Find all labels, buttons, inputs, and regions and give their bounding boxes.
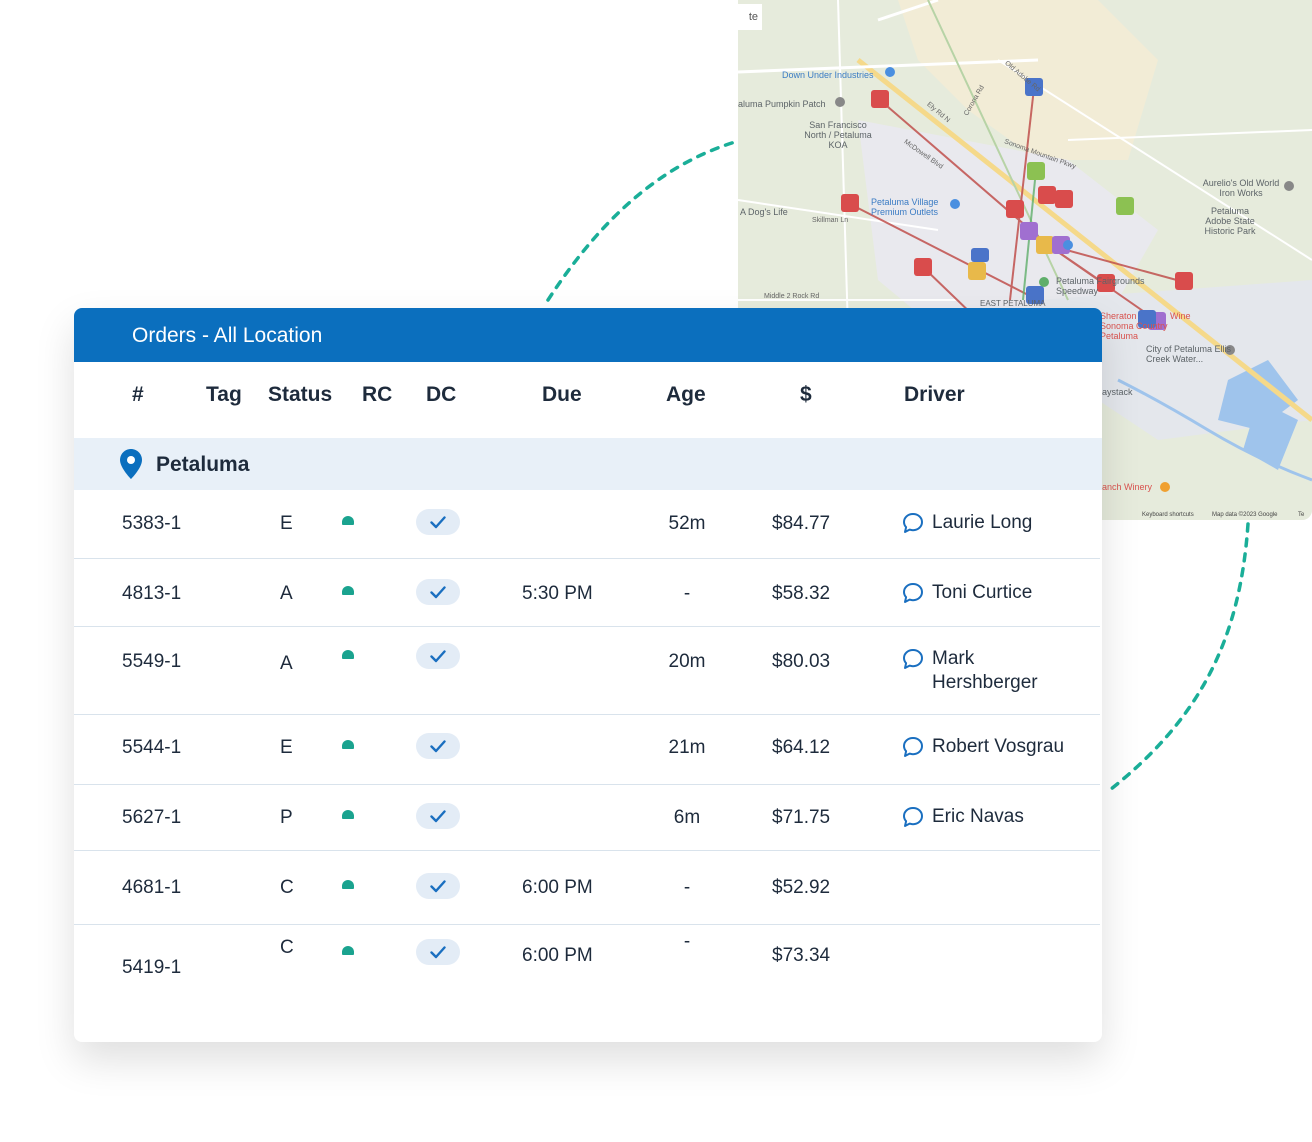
order-price: $58.32 [772,583,831,604]
order-age: - [683,931,691,952]
chat-bubble-icon[interactable] [902,648,924,675]
order-status: E [280,737,293,758]
table-row[interactable]: 5419-1 C 6:00 PM - $73.34 [74,924,1100,998]
table-row[interactable]: 5549-1 A 20m $80.03 Mark Hershberger [74,626,1100,715]
order-age: 21m [668,737,706,758]
order-price: $64.12 [772,737,831,758]
order-due: 6:00 PM [522,945,593,966]
table-row[interactable]: 5383-1 E 52m $84.77 Laurie Long [74,490,1100,559]
checkmark-icon [430,586,446,599]
order-status: A [280,583,293,604]
order-age: 6m [673,807,701,828]
checkmark-icon [430,516,446,529]
order-age: - [683,583,691,604]
dc-check-toggle[interactable] [416,939,460,965]
column-header-status[interactable]: Status [268,383,332,407]
location-pin-icon [120,449,142,479]
order-id: 5544-1 [122,737,182,758]
column-header-rc[interactable]: RC [362,383,392,407]
order-status: C [280,937,294,958]
order-price: $52.92 [772,877,831,898]
dc-check-toggle[interactable] [416,733,460,759]
column-header-number[interactable]: # [132,383,144,407]
dot-indicator-icon [342,650,354,659]
order-age: - [683,877,691,898]
order-id: 5383-1 [122,513,182,534]
dc-check-toggle[interactable] [416,509,460,535]
order-status: E [280,513,293,534]
chat-bubble-icon[interactable] [902,736,924,763]
driver-name[interactable]: Robert Vosgrau [932,735,1102,759]
column-header-dc[interactable]: DC [426,383,456,407]
dot-indicator-icon [342,946,354,955]
dot-indicator-icon [342,516,354,525]
order-id: 4681-1 [122,877,182,898]
column-header-tag[interactable]: Tag [206,383,242,407]
dot-indicator-icon [342,740,354,749]
order-price: $73.34 [772,945,831,966]
order-age: 52m [668,513,706,534]
order-status: P [280,807,293,828]
order-id: 5627-1 [122,807,182,828]
order-status: C [280,877,294,898]
checkmark-icon [430,810,446,823]
column-header-due[interactable]: Due [542,383,582,407]
order-due: 5:30 PM [522,583,593,604]
location-group-label: Petaluma [156,453,250,476]
dc-check-toggle[interactable] [416,803,460,829]
driver-name[interactable]: Laurie Long [932,511,1092,535]
order-age: 20m [668,651,706,672]
dc-check-toggle[interactable] [416,643,460,669]
order-id: 4813-1 [122,583,182,604]
order-id: 5419-1 [122,957,182,978]
dc-check-toggle[interactable] [416,579,460,605]
table-row[interactable]: 5544-1 E 21m $64.12 Robert Vosgrau [74,714,1100,785]
column-header-driver[interactable]: Driver [904,383,965,407]
column-header-age[interactable]: Age [666,383,706,407]
column-header-price[interactable]: $ [800,383,812,407]
driver-name[interactable]: Toni Curtice [932,581,1092,605]
checkmark-icon [430,740,446,753]
checkmark-icon [430,946,446,959]
dot-indicator-icon [342,586,354,595]
driver-name[interactable]: Eric Navas [932,805,1092,829]
dot-indicator-icon [342,880,354,889]
order-price: $80.03 [772,651,831,672]
location-group-row[interactable]: Petaluma [74,438,1102,490]
chat-bubble-icon[interactable] [902,512,924,539]
chat-bubble-icon[interactable] [902,806,924,833]
panel-title: Orders - All Location [74,308,1102,362]
checkmark-icon [430,650,446,663]
order-due: 6:00 PM [522,877,593,898]
dot-indicator-icon [342,810,354,819]
table-row[interactable]: 4813-1 A 5:30 PM - $58.32 Toni Curtice [74,558,1100,627]
order-status: A [280,653,293,674]
dc-check-toggle[interactable] [416,873,460,899]
order-price: $84.77 [772,513,831,534]
checkmark-icon [430,880,446,893]
order-price: $71.75 [772,807,831,828]
table-row[interactable]: 5627-1 P 6m $71.75 Eric Navas [74,784,1100,851]
chat-bubble-icon[interactable] [902,582,924,609]
driver-name[interactable]: Mark Hershberger [932,647,1062,695]
order-id: 5549-1 [122,651,182,672]
orders-panel: Orders - All Location # Tag Status RC DC… [74,308,1102,1042]
table-row[interactable]: 4681-1 C 6:00 PM - $52.92 [74,850,1100,925]
